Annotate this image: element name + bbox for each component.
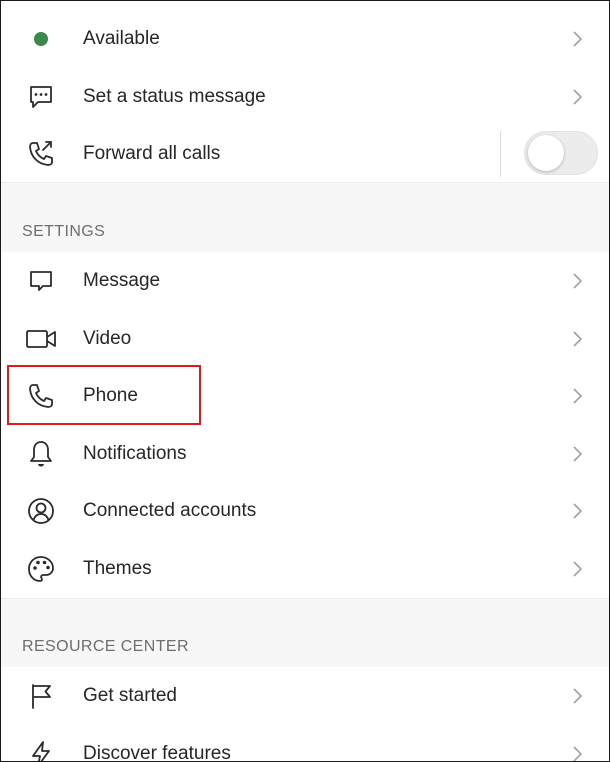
phone-icon	[25, 380, 57, 412]
chevron-right-icon	[573, 89, 583, 105]
settings-section-header: SETTINGS	[1, 182, 609, 254]
user-circle-icon	[25, 495, 57, 527]
settings-item-label: Video	[83, 328, 132, 349]
settings-item-label: Phone	[83, 385, 138, 406]
resource-item-label: Discover features	[83, 743, 231, 762]
chevron-right-icon	[573, 561, 583, 577]
resource-center-section-header: RESOURCE CENTER	[1, 598, 609, 669]
settings-item-themes[interactable]: Themes	[1, 540, 609, 598]
lightning-icon	[25, 738, 57, 761]
settings-item-connected-accounts[interactable]: Connected accounts	[1, 482, 609, 540]
resource-center-section-title: RESOURCE CENTER	[22, 638, 189, 655]
palette-icon	[25, 553, 57, 585]
forward-calls-toggle[interactable]	[524, 131, 598, 175]
settings-section-title: SETTINGS	[22, 223, 106, 240]
flag-icon	[25, 680, 57, 712]
settings-item-notifications[interactable]: Notifications	[1, 425, 609, 483]
status-available-label: Available	[83, 28, 160, 49]
chevron-right-icon	[573, 746, 583, 761]
resource-item-label: Get started	[83, 685, 177, 706]
forward-all-calls-label: Forward all calls	[83, 143, 221, 164]
resource-item-get-started[interactable]: Get started	[1, 667, 609, 725]
settings-item-label: Connected accounts	[83, 500, 257, 521]
chevron-right-icon	[573, 503, 583, 519]
settings-panel: Available Set a status message Forward a…	[0, 0, 610, 762]
settings-item-label: Notifications	[83, 443, 187, 464]
settings-item-video[interactable]: Video	[1, 310, 609, 368]
video-camera-icon	[25, 323, 57, 355]
resource-item-discover-features[interactable]: Discover features	[1, 725, 609, 762]
settings-item-label: Message	[83, 270, 161, 291]
set-status-message-row[interactable]: Set a status message	[1, 68, 609, 126]
settings-item-message[interactable]: Message	[1, 252, 609, 310]
forward-all-calls-row: Forward all calls	[1, 125, 609, 183]
phone-forward-icon	[25, 138, 57, 170]
chevron-right-icon	[573, 688, 583, 704]
settings-item-label: Themes	[83, 558, 152, 579]
green-dot-status-icon	[25, 23, 57, 55]
bell-icon	[25, 438, 57, 470]
chevron-right-icon	[573, 388, 583, 404]
toggle-knob	[528, 135, 564, 171]
chevron-right-icon	[573, 331, 583, 347]
status-available-row[interactable]: Available	[1, 10, 609, 68]
settings-item-phone[interactable]: Phone	[1, 367, 609, 425]
toggle-divider	[500, 131, 501, 177]
chevron-right-icon	[573, 446, 583, 462]
message-icon	[25, 265, 57, 297]
chevron-right-icon	[573, 273, 583, 289]
set-status-message-label: Set a status message	[83, 86, 266, 107]
chat-bubble-dots-icon	[25, 81, 57, 113]
chevron-right-icon	[573, 31, 583, 47]
